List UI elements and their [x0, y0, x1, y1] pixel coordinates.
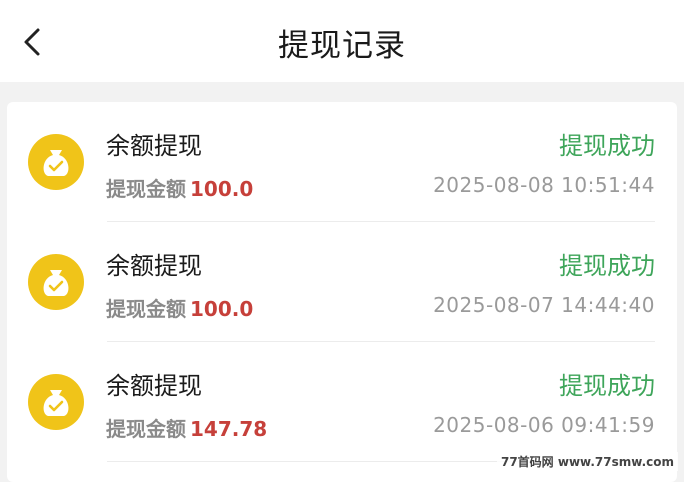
money-bag-check-icon — [28, 134, 84, 190]
timestamp: 2025-08-08 10:51:44 — [433, 173, 655, 197]
top-bar: 提现记录 — [0, 0, 684, 82]
status-badge: 提现成功 — [559, 132, 655, 160]
record-title: 余额提现 — [106, 252, 202, 280]
amount-line: 提现金额 147.78 — [106, 413, 267, 442]
timestamp: 2025-08-07 14:44:40 — [433, 293, 655, 317]
record-title: 余额提现 — [106, 132, 202, 160]
record-title: 余额提现 — [106, 372, 202, 400]
amount-label: 提现金额 — [106, 417, 186, 441]
withdrawal-record-list: 余额提现 提现金额 100.0 提现成功 2025-08-08 10:51:44 … — [7, 102, 677, 482]
amount-label: 提现金额 — [106, 177, 186, 201]
amount-line: 提现金额 100.0 — [106, 293, 253, 322]
status-badge: 提现成功 — [559, 372, 655, 400]
watermark: 77首码网 www.77smw.com — [496, 452, 678, 471]
amount-value: 147.78 — [190, 417, 268, 441]
money-bag-check-icon — [28, 254, 84, 310]
amount-value: 100.0 — [190, 297, 254, 321]
list-item[interactable]: 余额提现 提现金额 100.0 提现成功 2025-08-07 14:44:40 — [7, 222, 677, 342]
amount-value: 100.0 — [190, 177, 254, 201]
amount-line: 提现金额 100.0 — [106, 173, 253, 202]
page-title: 提现记录 — [278, 28, 406, 64]
status-badge: 提现成功 — [559, 252, 655, 280]
money-bag-check-icon — [28, 374, 84, 430]
list-item[interactable]: 余额提现 提现金额 147.78 提现成功 2025-08-06 09:41:59 — [7, 342, 677, 462]
timestamp: 2025-08-06 09:41:59 — [433, 413, 655, 437]
amount-label: 提现金额 — [106, 297, 186, 321]
list-item[interactable]: 余额提现 提现金额 100.0 提现成功 2025-08-08 10:51:44 — [7, 102, 677, 222]
